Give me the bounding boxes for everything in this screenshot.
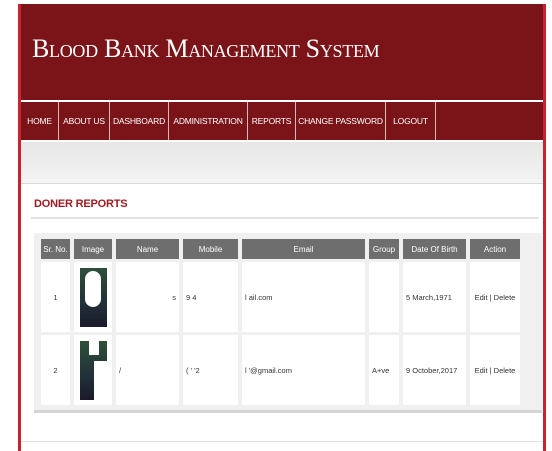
col-header-email: Email [242,239,365,259]
report-panel: Sr. No. Image Name Mobile Email Group Da… [34,233,542,413]
page-frame: Blood Bank Management System HOME ABOUT … [18,4,546,451]
cell-mobile: 9 4 [183,262,238,332]
cell-mobile: ( ' '2 [183,335,238,405]
donor-photo [79,340,107,400]
footer-divider [21,441,543,442]
col-header-name: Name [116,239,179,259]
cell-image [74,262,112,332]
col-header-mobile: Mobile [183,239,238,259]
photo-redaction [84,270,101,307]
site-header: Blood Bank Management System [21,4,543,100]
col-header-dob: Date Of Birth [403,239,466,259]
table-header-row: Sr. No. Image Name Mobile Email Group Da… [41,239,520,259]
section-divider [31,217,539,219]
cell-dob: 9 October,2017 [403,335,466,405]
nav-about-us[interactable]: ABOUT US [59,102,110,140]
cell-action[interactable]: Edit | Delete [470,262,520,332]
main-nav: HOME ABOUT US DASHBOARD ADMINISTRATION R… [21,102,543,140]
doner-report-table: Sr. No. Image Name Mobile Email Group Da… [37,236,524,408]
section-title: DONER REPORTS [34,198,128,210]
donor-photo [79,267,107,327]
cell-name: / [116,335,179,405]
cell-action[interactable]: Edit | Delete [470,335,520,405]
photo-redaction [93,360,107,400]
sub-toolbar [21,142,543,184]
nav-administration[interactable]: ADMINISTRATION [169,102,248,140]
nav-dashboard[interactable]: DASHBOARD [110,102,169,140]
cell-group [369,262,399,332]
cell-name: s [116,262,179,332]
cell-dob: 5 March,1971 [403,262,466,332]
cell-group: A+ve [369,335,399,405]
nav-home[interactable]: HOME [21,102,59,140]
cell-sr-no: 2 [41,335,70,405]
col-header-image: Image [74,239,112,259]
nav-logout[interactable]: LOGOUT [386,102,436,140]
col-header-sr-no: Sr. No. [41,239,70,259]
col-header-action: Action [470,239,520,259]
cell-image [74,335,112,405]
photo-redaction [88,340,99,355]
site-title: Blood Bank Management System [32,34,380,63]
cell-email: l '@gmail.com [242,335,365,405]
col-header-group: Group [369,239,399,259]
table-row: 2 / ( ' '2 l '@gmail.com A+ve 9 October,… [41,335,520,405]
nav-reports[interactable]: REPORTS [248,102,296,140]
nav-change-password[interactable]: CHANGE PASSWORD [296,102,386,140]
cell-email: l ail.com [242,262,365,332]
table-row: 1 s 9 4 l ail.com 5 March,1971 Edit | De… [41,262,520,332]
cell-sr-no: 1 [41,262,70,332]
